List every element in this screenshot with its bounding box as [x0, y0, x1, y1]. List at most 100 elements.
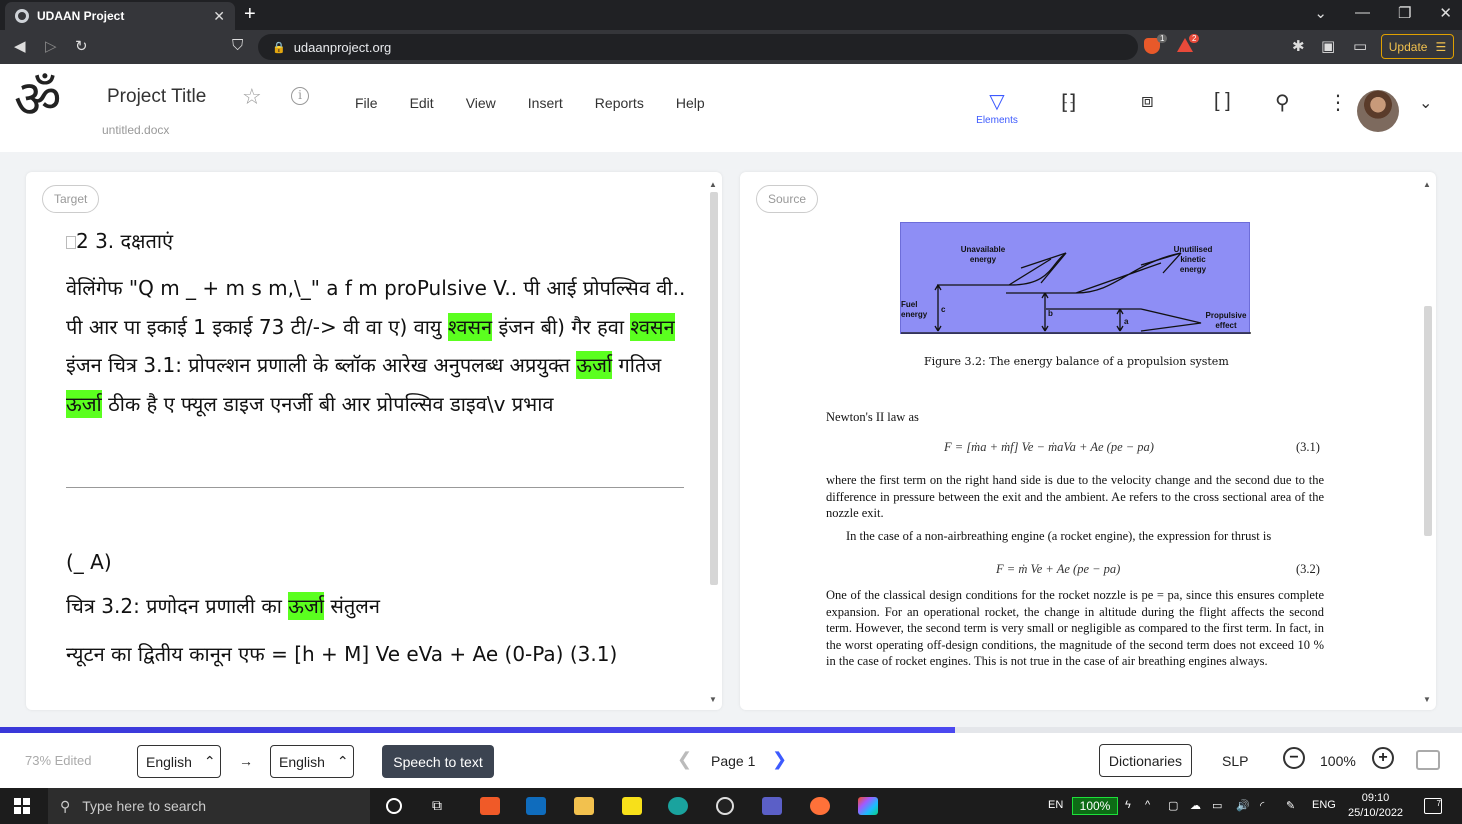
- target-figure-line[interactable]: चित्र 3.2: प्रणोदन प्रणाली का ऊर्जा संतु…: [66, 592, 380, 620]
- scroll-thumb[interactable]: [710, 192, 718, 585]
- reload-icon[interactable]: ↻: [75, 37, 88, 55]
- minimize-icon[interactable]: —: [1355, 4, 1370, 22]
- maximize-icon[interactable]: ❐: [1398, 4, 1411, 22]
- crop-icon[interactable]: ⧈: [1141, 90, 1154, 113]
- chevron-down-icon[interactable]: ⌄: [1419, 93, 1432, 113]
- source-language-select[interactable]: English ⌃: [137, 745, 221, 778]
- bookmark-icon[interactable]: ⛉: [232, 37, 243, 54]
- target-scrollbar[interactable]: ▲ ▼: [708, 180, 720, 704]
- keyboard-language[interactable]: ENG: [1312, 799, 1336, 811]
- zoom-level: 100%: [1320, 753, 1356, 769]
- cortana-icon[interactable]: [386, 798, 402, 814]
- menu-file[interactable]: File: [355, 95, 378, 111]
- highlighted-word[interactable]: श्वसन: [630, 312, 675, 341]
- scroll-down-icon[interactable]: ▼: [1423, 695, 1431, 704]
- browser-tab[interactable]: UDAAN Project ✕: [5, 2, 235, 30]
- zoom-in-icon[interactable]: +: [1372, 747, 1394, 769]
- scroll-thumb[interactable]: [1424, 306, 1432, 536]
- sidebar-icon[interactable]: ▣: [1321, 37, 1335, 55]
- tab-search-chevron-icon[interactable]: ⌄: [1314, 4, 1327, 22]
- dictionaries-button[interactable]: Dictionaries: [1099, 744, 1192, 777]
- wallet-icon[interactable]: ▭: [1353, 37, 1367, 55]
- clock-time: 09:10: [1361, 792, 1390, 804]
- input-language[interactable]: EN: [1048, 799, 1063, 811]
- wifi-icon[interactable]: ◜: [1260, 799, 1264, 812]
- highlighted-word[interactable]: श्वसन: [447, 312, 493, 341]
- extensions-puzzle-icon[interactable]: ✱: [1292, 37, 1305, 55]
- scroll-up-icon[interactable]: ▲: [1423, 180, 1431, 189]
- new-tab-button[interactable]: +: [244, 3, 256, 26]
- url-field[interactable]: 🔒 udaanproject.org: [258, 34, 1138, 60]
- target-paragraph[interactable]: वेलिंगेफ "Q m _ + m s m,\_" a f m proPul…: [66, 269, 686, 423]
- split-view-icon[interactable]: ⁅⁆: [1061, 90, 1077, 115]
- chevron-up-icon: ⌃: [203, 753, 216, 769]
- highlighted-word[interactable]: ऊर्जा: [66, 389, 102, 418]
- taskbar-search[interactable]: ⚲ Type here to search: [48, 788, 370, 824]
- zoom-out-icon[interactable]: −: [1283, 747, 1305, 769]
- info-icon[interactable]: i: [291, 87, 309, 105]
- battery-indicator[interactable]: 100%: [1072, 797, 1118, 815]
- label-unavailable: Unavailable energy: [960, 245, 1006, 264]
- next-page-icon[interactable]: ❯: [772, 749, 787, 770]
- scroll-down-icon[interactable]: ▼: [709, 695, 717, 704]
- task-view-icon[interactable]: ⧉: [432, 797, 452, 815]
- browser-tab-bar: UDAAN Project ✕ + ⌄ — ❐ ✕: [0, 0, 1462, 30]
- menu-view[interactable]: View: [466, 95, 496, 111]
- sticky-notes-icon[interactable]: [622, 797, 642, 815]
- more-vert-icon[interactable]: ⋮: [1328, 90, 1348, 115]
- highlighted-word[interactable]: ऊर्जा: [576, 351, 613, 379]
- figma-icon[interactable]: [858, 797, 878, 815]
- notification-icon[interactable]: 7: [1424, 798, 1442, 814]
- file-name: untitled.docx: [102, 123, 170, 137]
- obs-icon[interactable]: [716, 797, 734, 815]
- speech-to-text-button[interactable]: Speech to text: [382, 745, 494, 778]
- pen-icon[interactable]: ✎: [1286, 799, 1295, 812]
- brave-app-icon[interactable]: [480, 797, 500, 815]
- tray-chevron-icon[interactable]: ^: [1145, 799, 1150, 811]
- source-language-value: English: [146, 753, 192, 770]
- equation-3-1-number: (3.1): [1296, 440, 1320, 454]
- slp-button[interactable]: SLP: [1222, 753, 1248, 769]
- elements-triangle-icon: ▽: [989, 91, 1005, 113]
- volume-icon[interactable]: 🔊: [1236, 799, 1250, 812]
- prev-page-icon[interactable]: ❮: [677, 749, 692, 770]
- source-scrollbar[interactable]: ▲ ▼: [1422, 180, 1434, 704]
- fit-screen-icon[interactable]: [1416, 750, 1440, 770]
- menu-edit[interactable]: Edit: [410, 95, 434, 111]
- close-tab-icon[interactable]: ✕: [213, 8, 225, 25]
- update-button[interactable]: Update ☰: [1381, 34, 1454, 59]
- menu-reports[interactable]: Reports: [595, 95, 644, 111]
- fullscreen-icon[interactable]: [ ]: [1214, 90, 1231, 113]
- star-icon[interactable]: ☆: [242, 84, 262, 110]
- arduino-icon[interactable]: [668, 797, 688, 815]
- cloud-icon[interactable]: ☁: [1190, 799, 1201, 812]
- back-icon[interactable]: ◀: [14, 37, 26, 55]
- firefox-icon[interactable]: [810, 797, 830, 815]
- highlighted-word[interactable]: ऊर्जा: [288, 592, 325, 620]
- battery-tray-icon[interactable]: ▭: [1212, 799, 1222, 812]
- tray-device-icon[interactable]: ▢: [1168, 799, 1178, 812]
- target-newton-line[interactable]: न्यूटन का द्वितीय कानून एफ = [h + M] Ve …: [66, 640, 617, 667]
- close-window-icon[interactable]: ✕: [1439, 4, 1452, 22]
- file-explorer-icon[interactable]: [574, 797, 594, 815]
- windows-start-icon[interactable]: [14, 798, 30, 814]
- elements-tool[interactable]: ▽ Elements: [974, 91, 1020, 126]
- scroll-up-icon[interactable]: ▲: [709, 180, 717, 189]
- avatar[interactable]: [1357, 90, 1399, 132]
- teams-icon[interactable]: [762, 797, 782, 815]
- menu-insert[interactable]: Insert: [528, 95, 563, 111]
- bottom-toolbar: 73% Edited English ⌃ → English ⌃ Speech …: [0, 733, 1462, 788]
- window-controls: ⌄ — ❐ ✕: [1314, 4, 1452, 22]
- project-title[interactable]: Project Title: [107, 86, 206, 108]
- target-language-select[interactable]: English ⌃: [270, 745, 354, 778]
- outlook-icon[interactable]: [526, 797, 546, 815]
- taskbar-clock[interactable]: 09:10 25/10/2022: [1348, 791, 1403, 821]
- udaan-favicon-icon: [15, 9, 29, 23]
- source-panel: Source Unavailable energy Unutilised kin…: [740, 172, 1436, 710]
- target-heading[interactable]: 2 3. दक्षताएं: [66, 227, 173, 254]
- forward-icon[interactable]: ▷: [45, 37, 57, 55]
- label-c: c: [941, 305, 946, 314]
- menu-help[interactable]: Help: [676, 95, 705, 111]
- search-icon[interactable]: ⚲: [1275, 90, 1290, 115]
- target-line-a[interactable]: (_ A): [66, 550, 112, 574]
